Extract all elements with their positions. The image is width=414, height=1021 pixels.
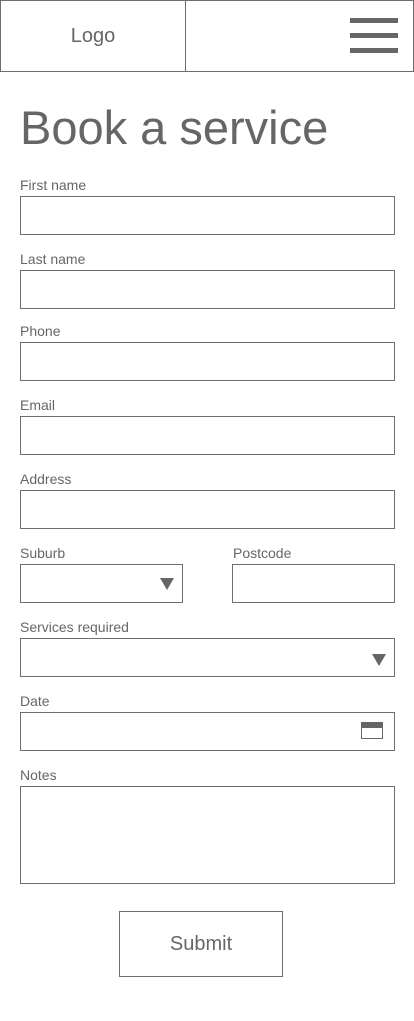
logo[interactable]: Logo [0,0,186,72]
postcode-label: Postcode [233,545,292,561]
logo-text: Logo [70,24,116,47]
submit-button[interactable]: Submit [119,911,283,977]
header: Logo [0,0,414,72]
notes-textarea[interactable] [21,787,394,883]
first-name-label: First name [20,177,87,193]
services-select[interactable] [20,638,395,677]
services-label: Services required [20,619,129,635]
hamburger-menu-icon[interactable] [350,18,398,54]
email-label: Email [20,397,56,413]
dropdown-triangle-icon [372,654,386,666]
phone-label: Phone [20,323,61,339]
date-label: Date [20,693,50,709]
date-input[interactable] [21,713,394,750]
address-input[interactable] [21,491,394,528]
first-name-field-box [20,196,395,235]
notes-label: Notes [20,767,57,783]
address-label: Address [20,471,72,487]
phone-input[interactable] [21,343,394,380]
email-field-box [20,416,395,455]
address-field-box [20,490,395,529]
suburb-label: Suburb [20,545,66,561]
email-input[interactable] [21,417,394,454]
dropdown-triangle-icon [160,578,174,590]
last-name-label: Last name [20,251,86,267]
postcode-field-box [232,564,395,603]
calendar-icon[interactable] [361,722,383,739]
last-name-input[interactable] [21,271,394,308]
date-field-box [20,712,395,751]
first-name-input[interactable] [21,197,394,234]
phone-field-box [20,342,395,381]
postcode-input[interactable] [233,565,394,602]
page-title: Book a service [20,101,329,154]
notes-field-box [20,786,395,884]
suburb-select[interactable] [20,564,183,603]
last-name-field-box [20,270,395,309]
